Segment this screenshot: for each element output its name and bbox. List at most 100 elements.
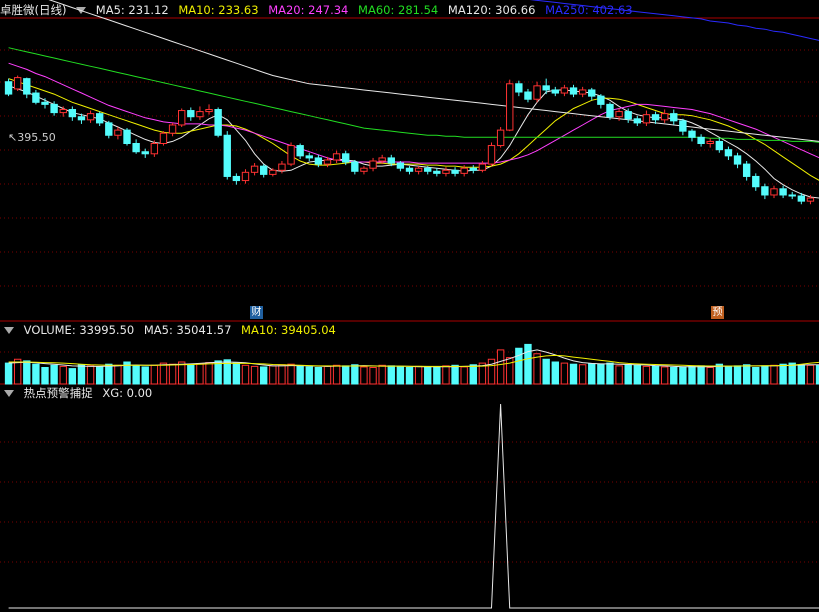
volume-bar	[314, 367, 323, 385]
candle	[788, 194, 796, 197]
candle	[524, 91, 532, 100]
volume-bar	[660, 366, 669, 385]
forecast-badge[interactable]: 预	[711, 306, 724, 319]
candle	[59, 109, 67, 114]
volume-bar	[323, 365, 332, 385]
candle	[578, 89, 587, 95]
volume-bar	[524, 343, 532, 385]
candle	[223, 134, 231, 177]
volume-bar	[369, 367, 377, 385]
candle	[752, 175, 760, 188]
candle	[469, 167, 477, 171]
volume-bar	[32, 363, 40, 385]
volume-bar	[733, 365, 742, 385]
volume-bar	[615, 365, 623, 385]
candle	[95, 113, 104, 124]
volume-bar	[396, 366, 405, 385]
volume-bar	[533, 353, 541, 385]
volume-bar	[250, 365, 259, 385]
ma-line-ma120	[48, 0, 819, 142]
volume-bar	[205, 362, 213, 385]
volume-bar	[159, 362, 168, 385]
volume-bar	[588, 363, 596, 385]
volume-bar	[332, 364, 341, 385]
candle	[232, 175, 241, 182]
volume-bar	[724, 366, 733, 385]
candle	[305, 155, 313, 159]
volume-bar	[496, 349, 505, 385]
candle	[569, 87, 578, 95]
volume-bar	[342, 365, 350, 385]
volume-bar	[50, 364, 58, 385]
candle	[387, 157, 395, 164]
candle	[296, 145, 304, 157]
candle	[187, 110, 195, 118]
financial-report-badge[interactable]: 财	[250, 306, 263, 319]
candle	[351, 161, 359, 172]
candle	[424, 167, 432, 172]
volume-bar	[542, 358, 550, 385]
volume-bar	[460, 366, 468, 385]
volume-bar	[278, 364, 286, 385]
volume-bar	[260, 366, 268, 385]
candle	[506, 83, 514, 131]
ma-line-ma20	[8, 62, 819, 164]
candle	[551, 89, 559, 94]
candle	[32, 92, 40, 103]
candle	[779, 188, 787, 196]
volume-bar	[196, 363, 204, 385]
volume-bar	[269, 365, 277, 385]
candle	[451, 169, 459, 174]
volume-bar	[41, 367, 49, 385]
volume-bar	[296, 365, 304, 385]
candle	[670, 113, 678, 122]
volume-bar	[761, 365, 769, 385]
candle	[496, 129, 505, 147]
candle	[68, 109, 77, 118]
volume-bar	[214, 360, 222, 385]
candle	[715, 140, 724, 151]
candle	[697, 136, 705, 144]
candle	[123, 129, 131, 144]
volume-bar	[95, 366, 104, 385]
candle	[724, 149, 733, 157]
candle	[214, 109, 222, 136]
volume-bar	[77, 364, 86, 385]
candle	[378, 157, 386, 162]
volume-bar	[442, 365, 450, 385]
candle	[241, 171, 250, 182]
volume-bar	[433, 367, 441, 385]
candle	[50, 103, 58, 114]
volume-bar	[86, 365, 95, 385]
volume-bar	[232, 362, 241, 385]
candle	[396, 162, 405, 169]
candle	[269, 169, 277, 175]
volume-bar	[405, 367, 414, 385]
xg-signal-line	[8, 403, 819, 609]
volume-bar	[706, 367, 714, 385]
volume-bar	[168, 363, 177, 385]
volume-bar	[679, 366, 687, 385]
candle	[606, 103, 614, 118]
volume-bar	[187, 363, 195, 385]
volume-bar	[742, 364, 751, 385]
volume-bar	[597, 363, 605, 385]
candle	[761, 186, 769, 196]
volume-bar	[351, 364, 359, 385]
candle	[405, 167, 414, 172]
candle	[642, 114, 651, 124]
volume-bar	[387, 365, 395, 385]
volume-bar	[378, 364, 386, 385]
stock-chart-canvas[interactable]	[0, 0, 819, 612]
price-high-annotation: ↖395.50	[8, 131, 56, 144]
volume-bar	[241, 364, 250, 385]
candle	[770, 188, 778, 196]
volume-bar	[715, 363, 724, 385]
candle	[369, 160, 377, 169]
volume-bar	[806, 364, 815, 385]
candle	[633, 118, 641, 124]
volume-bar	[114, 364, 122, 385]
candle	[205, 109, 213, 113]
candle	[323, 159, 332, 165]
candle	[132, 142, 140, 153]
